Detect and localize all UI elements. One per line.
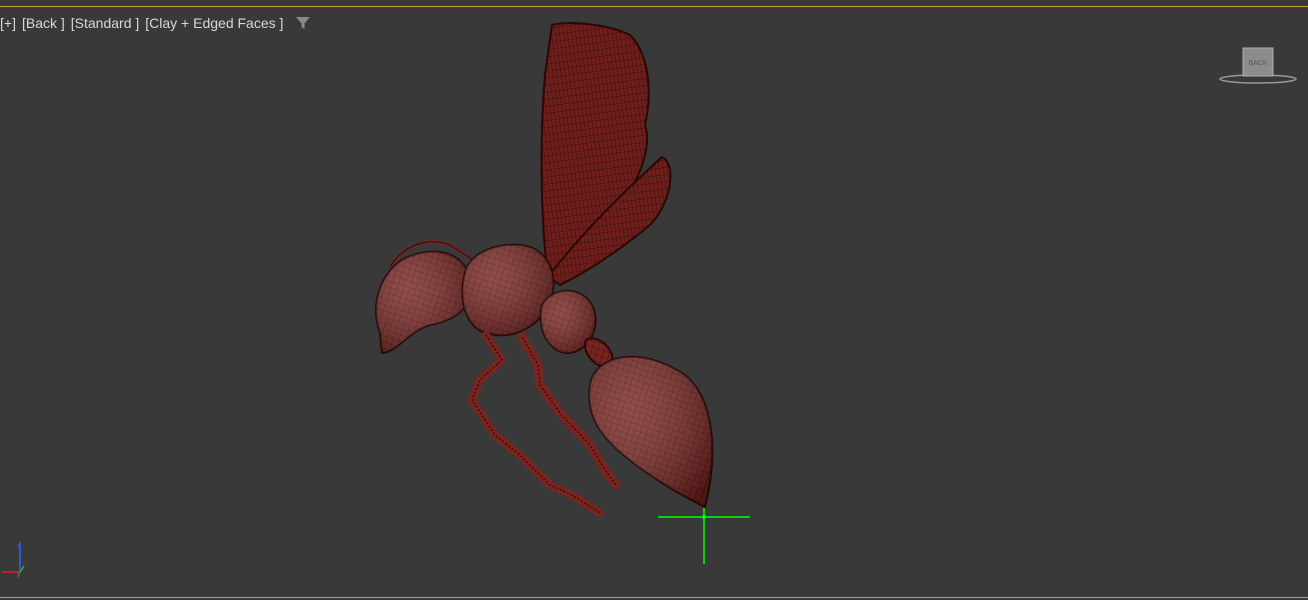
viewport-per-view-preference-menu[interactable]: [Standard ] — [71, 15, 140, 31]
wasp-model[interactable] — [290, 15, 770, 575]
viewcube-widget[interactable]: BACK — [1218, 44, 1300, 88]
viewport-active-border-bottom — [0, 597, 1308, 598]
viewport-point-of-view-menu[interactable]: [Back ] — [22, 15, 65, 31]
svg-text:y: y — [17, 571, 21, 578]
viewcube-face-label: BACK — [1248, 60, 1267, 67]
viewport-active-border-top — [0, 6, 1308, 7]
viewport-shading-menu[interactable]: [Clay + Edged Faces ] — [145, 15, 283, 31]
pivot-crosshair[interactable] — [656, 508, 754, 568]
3d-viewport[interactable]: [+] [Back ] [Standard ] [Clay + Edged Fa… — [0, 0, 1308, 600]
svg-text:z: z — [17, 543, 21, 550]
viewport-general-menu[interactable]: [+] — [0, 15, 16, 31]
world-axis-tripod: z y — [0, 536, 34, 580]
viewport-label-menu: [+] [Back ] [Standard ] [Clay + Edged Fa… — [0, 14, 311, 32]
